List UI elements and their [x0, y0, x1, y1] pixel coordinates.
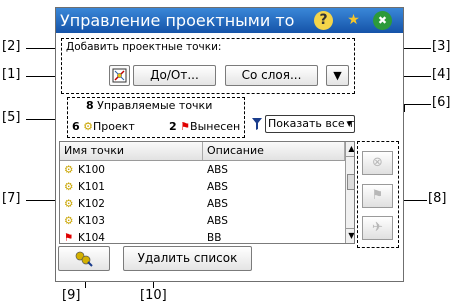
- red-flag-icon: ⚑: [64, 232, 74, 244]
- point-filter-select[interactable]: Показать все точ ▾: [265, 115, 355, 133]
- point-name: K103: [78, 215, 105, 227]
- callout-5: [5]: [2, 110, 21, 125]
- stakeout-flag-button[interactable]: ⚑: [362, 184, 393, 208]
- managed-points-line: 8 Управляемые точки: [86, 99, 212, 112]
- point-filter-value: Показать все точ: [268, 117, 355, 130]
- point-name: K100: [78, 164, 105, 176]
- callout-9: [9]: [62, 288, 81, 303]
- filter-icon: [252, 118, 262, 130]
- stakeout-points-line: 2 ⚑Вынесен: [169, 120, 244, 133]
- points-table: Имя точки Описание ⚙ K100 ABS ⚙ K101 ABS…: [59, 141, 355, 244]
- add-options-dropdown-button[interactable]: ▼: [326, 65, 349, 86]
- chevron-down-icon: ▼: [333, 69, 342, 82]
- leader-line-6: [404, 104, 431, 105]
- project-point-icon: ⚙: [64, 215, 74, 227]
- callout-6: [6]: [432, 95, 451, 110]
- point-description: ABS: [207, 198, 228, 210]
- remove-circle-icon: ⊗: [372, 155, 383, 170]
- select-from-map-button[interactable]: [109, 65, 130, 86]
- delete-list-button[interactable]: Удалить список: [123, 246, 252, 271]
- favorite-star-icon[interactable]: ★: [344, 11, 363, 30]
- table-row[interactable]: ⚙ K101 ABS: [60, 179, 345, 195]
- chevron-down-icon: ▾: [346, 117, 352, 130]
- managed-points-label: Управляемые точки: [97, 99, 213, 112]
- add-points-label: Добавить проектные точки:: [66, 41, 222, 53]
- help-icon[interactable]: ?: [314, 11, 333, 30]
- window-title: Управление проектными то: [60, 11, 295, 30]
- table-header: Имя точки Описание: [60, 142, 345, 161]
- project-points-label: Проект: [93, 120, 135, 133]
- red-flag-icon: ⚑: [180, 120, 191, 133]
- title-bar: Управление проектными то ? ★ ✖: [56, 8, 403, 33]
- column-header-description[interactable]: Описание: [203, 142, 345, 160]
- add-all-points-button[interactable]: [58, 246, 110, 271]
- callout-8: [8]: [428, 191, 447, 206]
- project-point-icon: ⚙: [64, 181, 74, 193]
- project-point-icon: ⚙: [83, 120, 94, 133]
- close-icon[interactable]: ✖: [373, 11, 392, 30]
- flag-icon: ⚑: [371, 188, 384, 203]
- table-row[interactable]: ⚙ K102 ABS: [60, 196, 345, 212]
- table-row[interactable]: ⚙ K103 ABS: [60, 213, 345, 229]
- scroll-up-icon[interactable]: ▲: [346, 142, 354, 157]
- project-points-line: 6 ⚙Проект: [72, 120, 135, 133]
- unflag-button[interactable]: ✈: [362, 216, 393, 240]
- scroll-down-icon[interactable]: ▼: [346, 228, 354, 243]
- point-name: K102: [78, 198, 105, 210]
- multi-point-icon: [75, 251, 93, 267]
- callout-10: [10]: [140, 288, 167, 303]
- point-name: K104: [78, 232, 105, 244]
- callout-3: [3]: [432, 39, 451, 54]
- project-point-icon: ⚙: [64, 164, 74, 176]
- point-description: ABS: [207, 164, 228, 176]
- leader-line-6-down: [404, 104, 405, 112]
- scroll-thumb[interactable]: [347, 174, 354, 190]
- remove-point-button[interactable]: ⊗: [362, 151, 393, 175]
- callout-1: [1]: [2, 67, 21, 82]
- project-points-count: 6: [72, 120, 80, 133]
- callout-2: [2]: [2, 39, 21, 54]
- table-scrollbar[interactable]: ▲ ▼: [345, 142, 354, 243]
- flag-off-icon: ✈: [372, 220, 383, 235]
- map-select-icon: [112, 68, 127, 83]
- point-description: ABS: [207, 215, 228, 227]
- project-point-icon: ⚙: [64, 198, 74, 210]
- point-description: ABS: [207, 181, 228, 193]
- point-name: K101: [78, 181, 105, 193]
- from-to-button[interactable]: До/От...: [133, 65, 216, 86]
- stakeout-points-label: Вынесен: [190, 120, 241, 133]
- table-row[interactable]: ⚙ K100 ABS: [60, 162, 345, 178]
- callout-7: [7]: [2, 191, 21, 206]
- column-header-point-name[interactable]: Имя точки: [60, 142, 203, 160]
- stakeout-points-count: 2: [169, 120, 177, 133]
- table-row[interactable]: ⚑ K104 BB: [60, 230, 345, 244]
- callout-4: [4]: [432, 67, 451, 82]
- from-layer-button[interactable]: Со слоя...: [225, 65, 318, 86]
- point-description: BB: [207, 232, 222, 244]
- project-points-dialog: Управление проектными то ? ★ ✖ Добавить …: [55, 7, 404, 282]
- managed-points-count: 8: [86, 99, 94, 112]
